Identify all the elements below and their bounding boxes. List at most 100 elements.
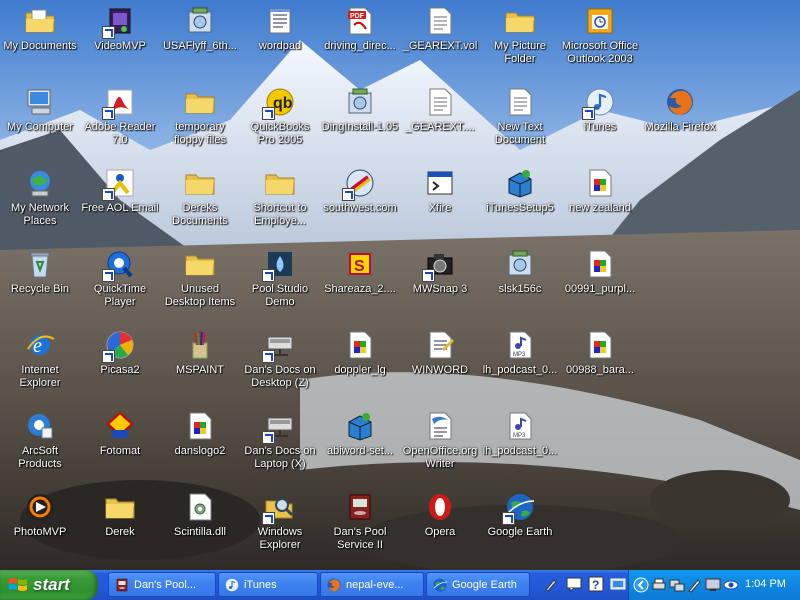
desktop-icon[interactable]: Adobe Reader 7.0 bbox=[80, 83, 160, 164]
desktop-icon[interactable]: My Documents bbox=[0, 2, 80, 83]
mp3-file-icon: MP3 bbox=[504, 329, 536, 361]
desktop-icon[interactable]: iTunes bbox=[560, 83, 640, 164]
desktop-icon[interactable]: 00991_purpl... bbox=[560, 245, 640, 326]
desktop-icon[interactable]: Microsoft Office Outlook 2003 bbox=[560, 2, 640, 83]
desktop-icon-label: Shareaza_2.... bbox=[324, 283, 396, 295]
clock[interactable]: 1:04 PM bbox=[745, 578, 786, 590]
tray-monitor-icon[interactable] bbox=[705, 577, 721, 593]
desktop-icon[interactable]: temporary floppy files bbox=[160, 83, 240, 164]
desktop-icon[interactable]: _GEAREXT.... bbox=[400, 83, 480, 164]
desktop-icon[interactable]: My Picture Folder bbox=[480, 2, 560, 83]
desktop-icon[interactable]: qb QuickBooks Pro 2005 bbox=[240, 83, 320, 164]
chat-icon[interactable] bbox=[566, 576, 582, 592]
desktop-icon[interactable]: new zealand bbox=[560, 164, 640, 245]
firefox-icon bbox=[326, 577, 342, 593]
shortcut-arrow-icon bbox=[582, 107, 595, 120]
desktop-icon[interactable]: danslogo2 bbox=[160, 407, 240, 488]
desktop-icon[interactable]: Fotomat bbox=[80, 407, 160, 488]
desktop-icon[interactable]: OpenOffice.org Writer bbox=[400, 407, 480, 488]
desktop-icon[interactable]: ArcSoft Products bbox=[0, 407, 80, 488]
taskbar-button[interactable]: Google Earth bbox=[426, 572, 530, 597]
desktop-icon-label: DingInstall-1.05 bbox=[321, 121, 399, 133]
taskbar-button-label: iTunes bbox=[244, 579, 277, 591]
shortcut-arrow-icon bbox=[342, 188, 355, 201]
desktop-icon-label: Dan's Docs on Desktop (Z) bbox=[244, 364, 316, 389]
desktop-icon[interactable]: Dan's Docs on Desktop (Z) bbox=[240, 326, 320, 407]
desktop-icon[interactable]: 00988_bara... bbox=[560, 326, 640, 407]
desktop-icon[interactable]: Xfire bbox=[400, 164, 480, 245]
tray-expand-icon[interactable] bbox=[633, 577, 649, 593]
mp3-file-icon: MP3 bbox=[504, 410, 536, 442]
desktop-icon[interactable]: Dan's Pool Service II bbox=[320, 488, 400, 569]
show-desktop-icon[interactable] bbox=[610, 576, 626, 592]
desktop-icon[interactable]: MWSnap 3 bbox=[400, 245, 480, 326]
desktop-icon[interactable]: MP3 lh_podcast_0... bbox=[480, 326, 560, 407]
desktop-icon-label: Dan's Pool Service II bbox=[333, 526, 387, 551]
tray-printer-icon[interactable] bbox=[651, 577, 667, 593]
desktop-icon[interactable]: WINWORD bbox=[400, 326, 480, 407]
desktop-icon[interactable]: Picasa2 bbox=[80, 326, 160, 407]
desktop-icon[interactable]: Dan's Docs on Laptop (X) bbox=[240, 407, 320, 488]
folder-icon bbox=[104, 491, 136, 523]
network-drive-icon bbox=[262, 410, 296, 444]
desktop-icon-label: Google Earth bbox=[487, 526, 553, 538]
desktop-icon[interactable]: _GEAREXT.vol bbox=[400, 2, 480, 83]
paint-icon bbox=[184, 329, 216, 361]
desktop[interactable]: My Documents VideoMVP USAFlyff_6th... wordp… bbox=[0, 0, 800, 570]
desktop-icon[interactable]: S Shareaza_2.... bbox=[320, 245, 400, 326]
image-file-icon bbox=[584, 248, 616, 280]
desktop-icon[interactable]: Mozilla Firefox bbox=[640, 83, 720, 164]
desktop-icon-label: Free AOL Email bbox=[81, 202, 159, 214]
taskbar-button[interactable]: Dan's Pool... bbox=[108, 572, 216, 597]
desktop-icon[interactable]: PDF driving_direc... bbox=[320, 2, 400, 83]
desktop-icon-label: abiword-set... bbox=[326, 445, 394, 457]
desktop-icon[interactable]: PhotoMVP bbox=[0, 488, 80, 569]
tray-network-icon[interactable] bbox=[669, 577, 685, 593]
desktop-icon-label: _GEAREXT.... bbox=[405, 121, 475, 133]
desktop-icon[interactable]: Free AOL Email bbox=[80, 164, 160, 245]
tray-pen-icon[interactable] bbox=[687, 577, 703, 593]
desktop-icon[interactable]: MP3 lh_podcast_0... bbox=[480, 407, 560, 488]
southwest-icon bbox=[342, 167, 376, 201]
desktop-icon[interactable]: New Text Document bbox=[480, 83, 560, 164]
desktop-icon[interactable]: southwest.com bbox=[320, 164, 400, 245]
tray-eye-icon[interactable] bbox=[723, 577, 739, 593]
desktop-icon-label: VideoMVP bbox=[94, 40, 146, 52]
desktop-icon[interactable]: DingInstall-1.05 bbox=[320, 83, 400, 164]
desktop-icon[interactable]: Google Earth bbox=[480, 488, 560, 569]
desktop-icon[interactable]: wordpad bbox=[240, 2, 320, 83]
desktop-icon[interactable]: doppler_lg bbox=[320, 326, 400, 407]
shortcut-arrow-icon bbox=[102, 26, 115, 39]
desktop-icon[interactable]: Unused Desktop Items bbox=[160, 245, 240, 326]
taskbar-button[interactable]: nepal-eve... bbox=[320, 572, 424, 597]
desktop-icon[interactable]: USAFlyff_6th... bbox=[160, 2, 240, 83]
desktop-icon[interactable]: Shortcut to Employe... bbox=[240, 164, 320, 245]
image-file-icon bbox=[584, 167, 616, 199]
desktop-icon[interactable]: Recycle Bin bbox=[0, 245, 80, 326]
desktop-icon[interactable]: Scintilla.dll bbox=[160, 488, 240, 569]
google-earth-icon bbox=[432, 577, 448, 593]
desktop-icon[interactable]: QuickTime Player bbox=[80, 245, 160, 326]
desktop-icon[interactable]: Derek bbox=[80, 488, 160, 569]
start-button[interactable]: start bbox=[0, 570, 98, 600]
desktop-icon[interactable]: iTunesSetup5 bbox=[480, 164, 560, 245]
desktop-icon[interactable]: Pool Studio Demo bbox=[240, 245, 320, 326]
taskbar-button[interactable]: iTunes bbox=[218, 572, 318, 597]
google-earth-icon bbox=[502, 491, 536, 525]
shortcut-arrow-icon bbox=[502, 512, 515, 525]
desktop-icon[interactable]: abiword-set... bbox=[320, 407, 400, 488]
desktop-icon[interactable]: slsk156c bbox=[480, 245, 560, 326]
pen-tool-icon[interactable] bbox=[544, 576, 560, 592]
desktop-icon-label: QuickBooks Pro 2005 bbox=[250, 121, 310, 146]
outlook-calendar-icon bbox=[584, 5, 616, 37]
desktop-icon[interactable]: My Network Places bbox=[0, 164, 80, 245]
desktop-icon[interactable]: VideoMVP bbox=[80, 2, 160, 83]
desktop-icon[interactable]: Opera bbox=[400, 488, 480, 569]
desktop-icon-label: My Documents bbox=[3, 40, 77, 52]
desktop-icon[interactable]: My Computer bbox=[0, 83, 80, 164]
desktop-icon[interactable]: e Internet Explorer bbox=[0, 326, 80, 407]
desktop-icon[interactable]: Dereks Documents bbox=[160, 164, 240, 245]
desktop-icon[interactable]: Windows Explorer bbox=[240, 488, 320, 569]
desktop-icon[interactable]: MSPAINT bbox=[160, 326, 240, 407]
help-icon[interactable]: ? bbox=[588, 576, 604, 592]
